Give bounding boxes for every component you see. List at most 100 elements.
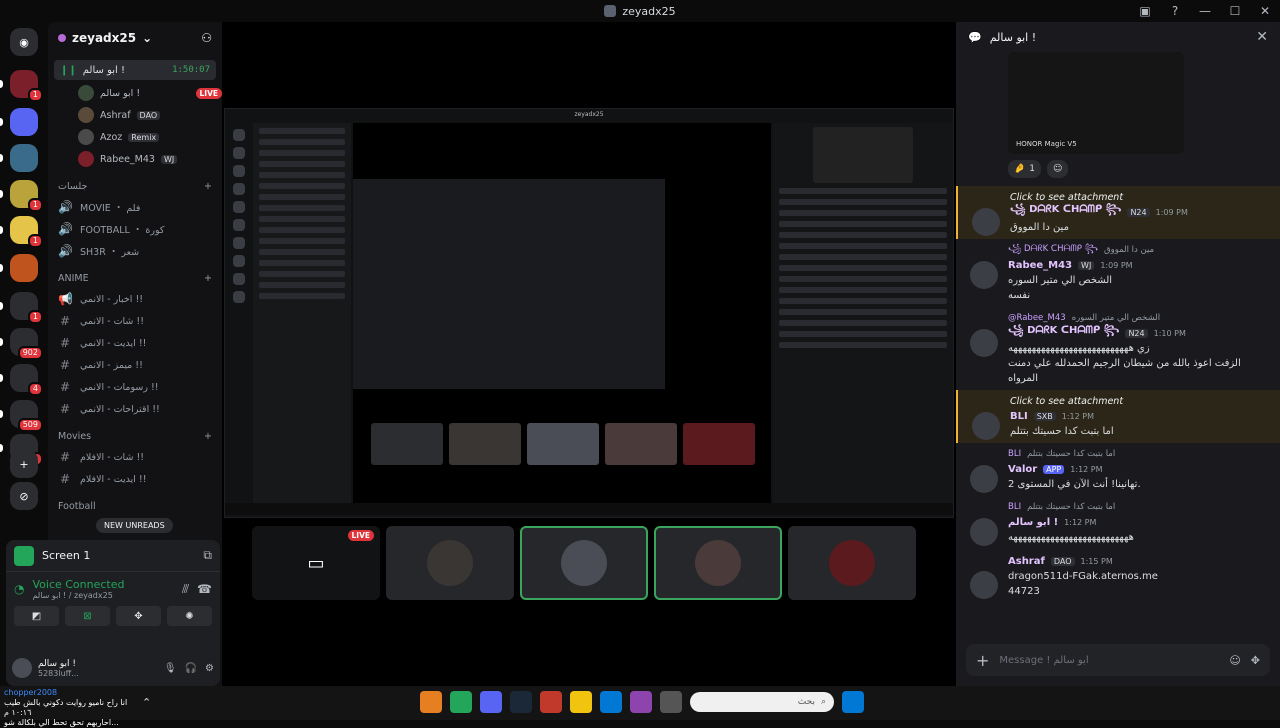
server-8-icon[interactable]: 902 bbox=[10, 328, 43, 360]
add-reaction-button[interactable]: ☺ bbox=[1046, 160, 1069, 178]
participant-tile-screen-share[interactable]: ▭ LIVE bbox=[252, 526, 380, 600]
server-3-icon[interactable] bbox=[10, 144, 38, 172]
add-channel-icon[interactable]: + bbox=[204, 431, 212, 442]
avatar[interactable] bbox=[972, 208, 1000, 236]
windows-start-icon[interactable] bbox=[842, 691, 864, 713]
settings-gear-icon[interactable]: ⚙ bbox=[205, 663, 214, 674]
guild-header[interactable]: zeyadx25 ⌄ ⚇ bbox=[48, 22, 222, 54]
participant-tile-hollow-knight[interactable] bbox=[386, 526, 514, 600]
server-5-icon[interactable]: 1 bbox=[10, 216, 43, 248]
participant-tile-armored-figure[interactable] bbox=[520, 526, 648, 600]
stream-viewer[interactable]: zeyadx25 ▭ LIVE bbox=[222, 22, 956, 686]
sidebar-channel[interactable]: # شات - الانمي !! bbox=[48, 310, 222, 332]
app-icon[interactable] bbox=[540, 691, 562, 713]
reply-preview[interactable]: BLI اما بتبت كدا حسيتك بتتلم bbox=[1008, 447, 1268, 461]
author-name[interactable]: ابو سالم ! bbox=[1008, 517, 1058, 528]
voice-connected-label[interactable]: Voice Connected bbox=[32, 578, 124, 591]
app-icon[interactable] bbox=[450, 691, 472, 713]
image-attachment[interactable]: HONOR Magic V5 bbox=[1008, 52, 1184, 154]
category-football[interactable]: Football bbox=[48, 496, 222, 516]
add-member-icon[interactable]: ⚇ bbox=[201, 31, 212, 45]
avatar[interactable] bbox=[972, 412, 1000, 440]
edge-icon[interactable] bbox=[600, 691, 622, 713]
chat-message[interactable]: Ashraf DAO 1:15 PM dragon511d-FGak.aternos.… bbox=[956, 549, 1280, 603]
help-icon[interactable]: ? bbox=[1160, 4, 1190, 18]
author-name[interactable]: BLI bbox=[1010, 411, 1028, 422]
noise-suppression-icon[interactable]: ⫻ bbox=[182, 582, 189, 597]
avatar[interactable] bbox=[970, 571, 998, 599]
steam-icon[interactable] bbox=[510, 691, 532, 713]
microphone-icon[interactable]: 🎙 bbox=[164, 663, 177, 674]
soundboard-button[interactable]: ✺ bbox=[167, 606, 212, 626]
avatar[interactable] bbox=[970, 261, 998, 289]
emoji-icon[interactable]: ☺ bbox=[1229, 654, 1240, 667]
author-name[interactable]: Rabee_M43 bbox=[1008, 260, 1072, 271]
voice-channel-active[interactable]: ❙❙ ابو سالم ! 1:50:07 bbox=[54, 60, 216, 80]
close-icon[interactable]: ✕ bbox=[1256, 29, 1268, 45]
add-channel-icon[interactable]: + bbox=[204, 181, 212, 192]
add-channel-icon[interactable]: + bbox=[204, 273, 212, 284]
chat-message[interactable]: Click to see attachment ꧁ DᗩᖇK ᑕHᗩᗰᑭ ꧂ N24… bbox=[956, 186, 1280, 239]
disconnect-icon[interactable]: ☎ bbox=[197, 582, 212, 596]
reply-preview[interactable]: BLI اما بتبت كدا حسيتك بتتلم bbox=[1008, 500, 1268, 514]
voice-user[interactable]: Azoz Remix bbox=[48, 126, 222, 148]
reply-preview[interactable]: Click to see attachment bbox=[1010, 394, 1268, 408]
server-6-icon[interactable] bbox=[10, 254, 38, 282]
chat-message[interactable]: ꧁ DᗩᖇK ᑕHᗩᗰᑭ ꧂ مين دا المووق Rabee_M43 WJ 1:… bbox=[956, 239, 1280, 307]
activity-button[interactable]: ✥ bbox=[116, 606, 161, 626]
chat-message[interactable]: Click to see attachment BLI SXB 1:12 PM اما … bbox=[956, 390, 1280, 443]
app-icon[interactable] bbox=[420, 691, 442, 713]
discord-icon[interactable] bbox=[480, 691, 502, 713]
category-anime[interactable]: ANIME + bbox=[48, 268, 222, 288]
category-sessions[interactable]: جلسات + bbox=[48, 176, 222, 196]
message-input[interactable]: Message ! ابو سالم bbox=[999, 655, 1219, 666]
taskbar-search[interactable]: بحث ⌕ bbox=[690, 692, 834, 712]
sidebar-channel[interactable]: 🔊 FOOTBALL ・ كورة bbox=[48, 218, 222, 240]
inbox-icon[interactable]: ▣ bbox=[1130, 4, 1160, 18]
avatar[interactable] bbox=[12, 658, 32, 678]
reply-preview[interactable]: ꧁ DᗩᖇK ᑕHᗩᗰᑭ ꧂ مين دا المووق bbox=[1008, 243, 1268, 257]
sidebar-channel[interactable]: 🔊 SH3R ・ شعر bbox=[48, 240, 222, 262]
server-10-icon[interactable]: 509 bbox=[10, 400, 43, 432]
participant-tile-red-character[interactable] bbox=[788, 526, 916, 600]
add-server-button[interactable]: + bbox=[10, 450, 38, 478]
apps-icon[interactable]: ✥ bbox=[1251, 654, 1260, 667]
server-7-icon[interactable]: 1 bbox=[10, 292, 43, 324]
notification-preview[interactable]: chopper2008 انا راح ناميو روايت دكوني با… bbox=[4, 688, 127, 728]
server-1-icon[interactable]: 1 bbox=[10, 70, 43, 102]
avatar[interactable] bbox=[970, 518, 998, 546]
avatar[interactable] bbox=[970, 465, 998, 493]
sidebar-channel[interactable]: 🔊 MOVIE ・ فلم bbox=[48, 196, 222, 218]
discord-home-icon[interactable]: ◉ bbox=[10, 28, 38, 56]
chevron-up-icon[interactable]: ⌃ bbox=[142, 696, 151, 709]
chat-message[interactable]: BLI اما بتبت كدا حسيتك بتتلم Valor APP 1:12 … bbox=[956, 443, 1280, 496]
server-9-icon[interactable]: 4 bbox=[10, 364, 43, 396]
author-name[interactable]: ꧁ DᗩᖇK ᑕHᗩᗰᑭ ꧂ bbox=[1010, 202, 1121, 222]
headphones-icon[interactable]: 🎧 bbox=[185, 663, 197, 674]
author-name[interactable]: Valor bbox=[1008, 464, 1037, 475]
discover-button[interactable]: ⊘ bbox=[10, 482, 38, 510]
plus-icon[interactable]: + bbox=[976, 651, 989, 670]
message-composer[interactable]: + Message ! ابو سالم ☺ ✥ bbox=[966, 644, 1270, 676]
voice-user[interactable]: Rabee_M43 WJ bbox=[48, 148, 222, 170]
category-movies[interactable]: Movies + bbox=[48, 426, 222, 446]
voice-user[interactable]: Ashraf DAO bbox=[48, 104, 222, 126]
sidebar-channel[interactable]: # اقتراحات - الانمي !! bbox=[48, 398, 222, 420]
folder-icon[interactable] bbox=[570, 691, 592, 713]
sidebar-channel[interactable]: # ايديت - الانمي !! bbox=[48, 332, 222, 354]
copilot-icon[interactable] bbox=[630, 691, 652, 713]
sidebar-channel[interactable]: 📢 اخبار - الانمي !! bbox=[48, 288, 222, 310]
participant-tile-smiling-girl[interactable] bbox=[654, 526, 782, 600]
chat-message[interactable]: BLI اما بتبت كدا حسيتك بتتلم ابو سالم ! 1:1… bbox=[956, 496, 1280, 549]
sidebar-channel[interactable]: # شات - الافلام !! bbox=[48, 446, 222, 468]
task-view-icon[interactable] bbox=[660, 691, 682, 713]
new-unreads-button[interactable]: NEW UNREADS bbox=[96, 518, 173, 533]
sidebar-channel[interactable]: # رسومات - الانمي !! bbox=[48, 376, 222, 398]
author-name[interactable]: Ashraf bbox=[1008, 556, 1045, 567]
reaction[interactable]: 🤌 1 bbox=[1008, 160, 1041, 178]
popout-icon[interactable]: ⧉ bbox=[203, 548, 212, 563]
avatar[interactable] bbox=[970, 329, 998, 357]
sidebar-channel[interactable]: # ايديت - الافلام !! bbox=[48, 468, 222, 490]
chat-message[interactable]: @Rabee_M43 الشخص الي متير السوره ꧁ DᗩᖇK ᑕH… bbox=[956, 307, 1280, 390]
server-4-icon[interactable]: 1 bbox=[10, 180, 43, 212]
